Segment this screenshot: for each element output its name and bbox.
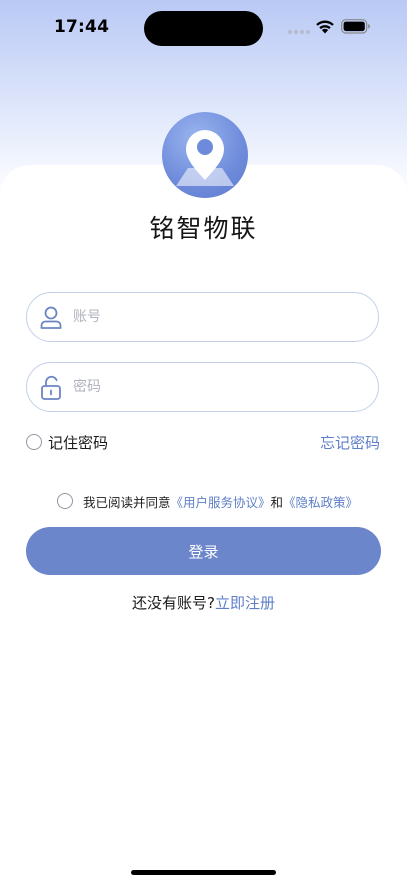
status-time: 17:44 (54, 17, 110, 37)
remember-password-toggle[interactable]: 记住密码 (26, 432, 108, 452)
agreement-and-text: 和 (270, 494, 284, 510)
dynamic-island (144, 11, 263, 46)
agreement-checkbox[interactable] (57, 493, 73, 509)
register-prompt-row: 还没有账号?立即注册 (0, 592, 407, 613)
user-icon (40, 306, 62, 329)
password-input[interactable] (73, 363, 363, 411)
account-field[interactable] (26, 292, 379, 342)
agreement-row: 我已阅读并同意 《用户服务协议》和《隐私政策》 (57, 491, 358, 511)
battery-icon (341, 19, 370, 34)
agreement-text: 我已阅读并同意 (83, 494, 171, 510)
register-prompt: 还没有账号? (132, 594, 215, 612)
status-bar: 17:44 (0, 0, 407, 54)
remember-checkbox[interactable] (26, 434, 42, 450)
privacy-policy-link[interactable]: 《隐私政策》 (283, 492, 358, 511)
forgot-password-link[interactable]: 忘记密码 (320, 432, 380, 453)
wifi-icon (316, 20, 334, 34)
password-field[interactable] (26, 362, 379, 412)
lock-icon (41, 375, 61, 400)
cellular-signal-icon (288, 30, 312, 34)
login-button[interactable]: 登录 (26, 527, 381, 575)
home-indicator[interactable] (131, 870, 276, 875)
app-title: 铭智物联 (149, 214, 258, 243)
user-agreement-link[interactable]: 《用户服务协议》 (171, 492, 271, 511)
register-link[interactable]: 立即注册 (215, 594, 275, 612)
remember-label: 记住密码 (48, 433, 109, 452)
account-input[interactable] (73, 293, 363, 341)
location-pin-icon (162, 112, 248, 198)
login-card (0, 165, 407, 883)
